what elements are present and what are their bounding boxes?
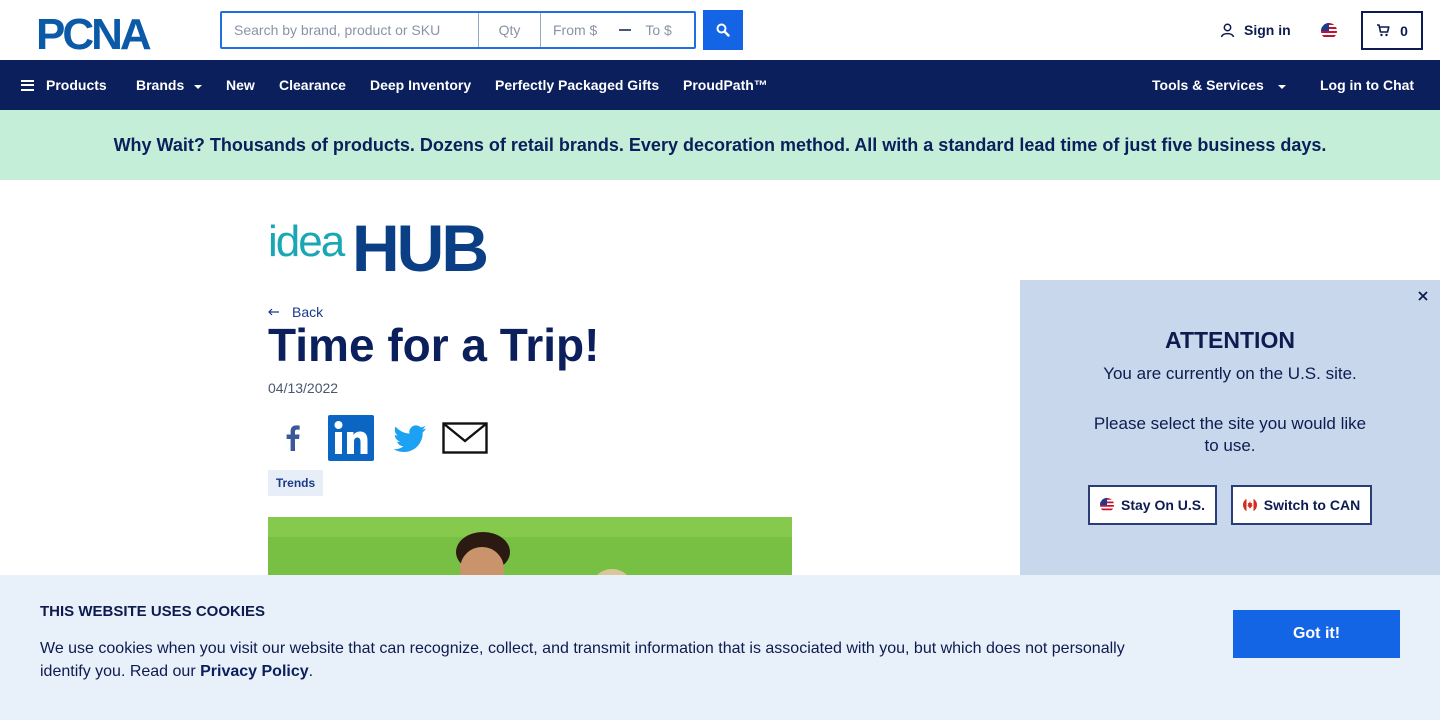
share-bar xyxy=(268,415,488,461)
facebook-icon[interactable] xyxy=(268,415,318,461)
cookie-banner: THIS WEBSITE USES COOKIES We use cookies… xyxy=(0,575,1440,720)
privacy-policy-link[interactable]: Privacy Policy xyxy=(200,663,309,680)
ideahub-logo[interactable]: idea HUB xyxy=(268,214,520,274)
price-range: From $ To $ xyxy=(541,13,694,47)
attention-current-site: You are currently on the U.S. site. xyxy=(1103,364,1357,383)
search-icon xyxy=(716,23,730,37)
cookie-text: We use cookies when you visit our websit… xyxy=(40,637,1150,683)
cart-button[interactable]: 0 xyxy=(1361,11,1423,50)
switch-can-label: Switch to CAN xyxy=(1263,497,1361,513)
accept-cookies-button[interactable]: Got it! xyxy=(1233,610,1400,658)
main-nav: Products Brands New Clearance Deep Inven… xyxy=(0,60,1440,110)
nav-new[interactable]: New xyxy=(226,77,255,93)
email-icon[interactable] xyxy=(442,415,488,461)
menu-icon xyxy=(21,79,34,91)
nav-products-label: Products xyxy=(46,77,107,93)
sign-in-link[interactable]: Sign in xyxy=(1220,22,1291,38)
attention-title: ATTENTION xyxy=(1165,327,1295,353)
linkedin-icon[interactable] xyxy=(328,415,374,461)
article-date: 04/13/2022 xyxy=(268,380,339,396)
region-select-popup: ATTENTION You are currently on the U.S. … xyxy=(1020,280,1440,580)
stay-us-button[interactable]: Stay On U.S. xyxy=(1088,485,1217,525)
svg-text:HUB: HUB xyxy=(352,214,486,274)
price-from-input[interactable]: From $ xyxy=(553,22,597,38)
switch-can-button[interactable]: Switch to CAN xyxy=(1231,485,1372,525)
svg-text:PCNA: PCNA xyxy=(36,12,151,52)
nav-packaged-gifts[interactable]: Perfectly Packaged Gifts xyxy=(495,77,659,93)
user-icon xyxy=(1220,23,1235,37)
article-title: Time for a Trip! xyxy=(268,319,600,371)
canada-flag-icon xyxy=(1242,498,1257,512)
chevron-down-icon xyxy=(194,84,203,89)
svg-text:idea: idea xyxy=(268,217,346,266)
price-to-input[interactable]: To $ xyxy=(645,22,671,38)
arrow-left-icon xyxy=(268,308,279,316)
search-form: Search by brand, product or SKU Qty From… xyxy=(220,11,696,49)
attention-prompt: Please select the site you would like to… xyxy=(1093,414,1367,455)
cookie-period: . xyxy=(308,663,314,680)
search-button[interactable] xyxy=(703,10,743,50)
range-dash xyxy=(619,29,632,31)
cart-count: 0 xyxy=(1400,22,1408,39)
stay-us-label: Stay On U.S. xyxy=(1120,497,1206,513)
nav-deep-inventory[interactable]: Deep Inventory xyxy=(370,77,471,93)
pcna-logo[interactable]: PCNA xyxy=(36,12,184,52)
search-input[interactable]: Search by brand, product or SKU xyxy=(222,13,479,47)
tag-badge[interactable]: Trends xyxy=(268,470,323,496)
nav-tools-services[interactable]: Tools & Services xyxy=(1152,77,1286,93)
nav-chat-login[interactable]: Log in to Chat xyxy=(1320,77,1414,93)
qty-input[interactable]: Qty xyxy=(479,13,541,47)
chevron-down-icon xyxy=(1277,84,1286,89)
us-flag-icon xyxy=(1099,498,1114,512)
us-flag-icon[interactable] xyxy=(1321,23,1337,39)
nav-brands[interactable]: Brands xyxy=(136,77,203,93)
promo-banner: Why Wait? Thousands of products. Dozens … xyxy=(0,110,1440,180)
nav-tools-label: Tools & Services xyxy=(1152,77,1264,93)
nav-proudpath[interactable]: ProudPath™ xyxy=(683,77,768,93)
promo-text: Why Wait? Thousands of products. Dozens … xyxy=(113,134,1327,155)
nav-clearance[interactable]: Clearance xyxy=(279,77,346,93)
twitter-icon[interactable] xyxy=(386,415,432,461)
nav-brands-label: Brands xyxy=(136,77,185,93)
nav-products[interactable]: Products xyxy=(21,77,107,93)
site-header: PCNA Search by brand, product or SKU Qty… xyxy=(0,0,1440,60)
close-icon[interactable] xyxy=(1416,289,1430,303)
sign-in-label: Sign in xyxy=(1244,22,1291,38)
cookie-title: THIS WEBSITE USES COOKIES xyxy=(40,603,266,620)
cart-icon xyxy=(1377,24,1390,37)
